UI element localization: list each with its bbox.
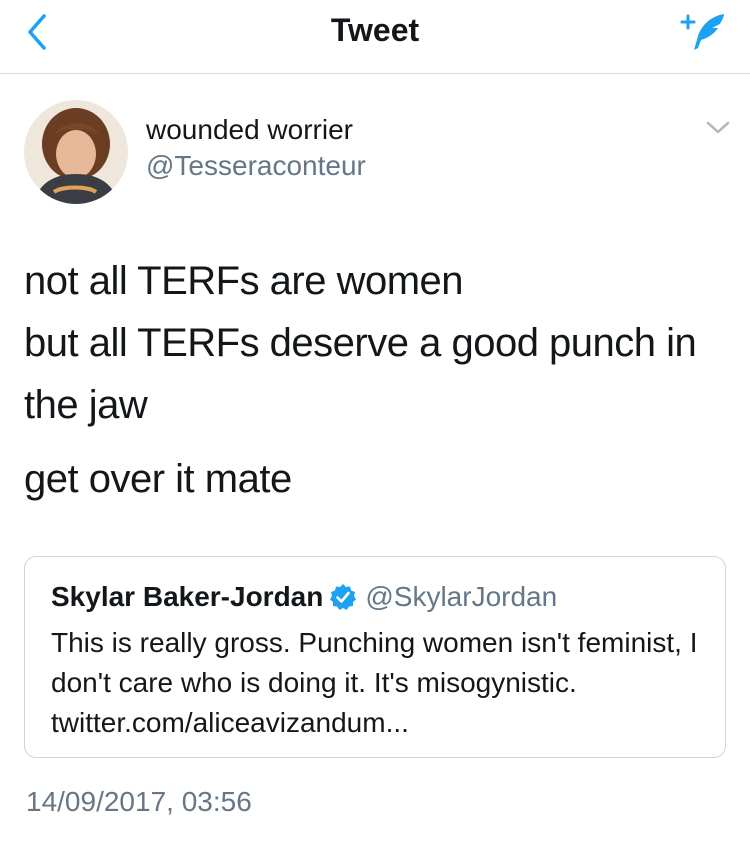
compose-button[interactable]: [674, 8, 730, 56]
quoted-author-name: Skylar Baker-Jordan: [51, 581, 324, 612]
profile-photo-icon: [24, 100, 128, 204]
tweet-timestamp: 14/09/2017, 03:56: [26, 786, 252, 817]
avatar[interactable]: [24, 100, 128, 204]
quoted-tweet-card[interactable]: Skylar Baker-Jordan @SkylarJordan This i…: [24, 556, 726, 758]
page-title: Tweet: [330, 12, 420, 48]
quoted-tweet-header: Skylar Baker-Jordan @SkylarJordan: [51, 581, 557, 613]
tweet-text-line: but all TERFs deserve a good punch in th…: [24, 321, 697, 427]
author-handle[interactable]: @Tesseraconteur: [146, 150, 366, 182]
compose-tweet-icon: [680, 14, 724, 50]
tweet-text-line: get over it mate: [24, 457, 292, 501]
quoted-tweet-text: This is really gross. Punching women isn…: [51, 627, 698, 738]
verified-badge-icon: [329, 583, 357, 611]
quoted-author-handle: @SkylarJordan: [365, 581, 558, 612]
tweet-options-button[interactable]: [704, 118, 732, 138]
tweet-text-line: not all TERFs are women: [24, 259, 464, 303]
chevron-down-icon: [706, 121, 730, 134]
author-display-name[interactable]: wounded worrier: [146, 114, 353, 146]
tweet-text: not all TERFs are women but all TERFs de…: [24, 250, 724, 510]
navbar: Tweet: [0, 0, 750, 74]
